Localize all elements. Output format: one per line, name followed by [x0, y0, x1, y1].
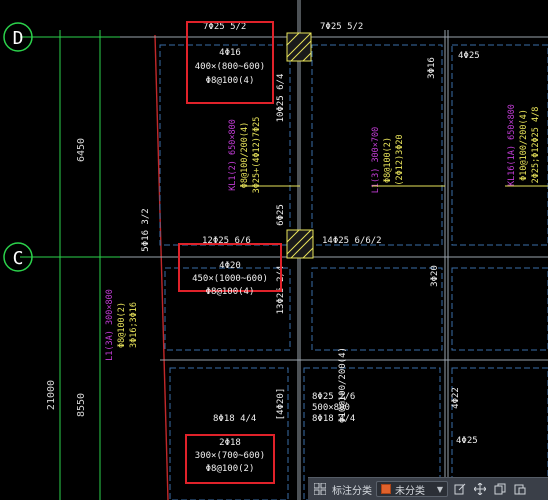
box-3-line1: 2Φ18 [219, 438, 241, 448]
beam-label-l1-left-stirrup: Φ8@100(2) [117, 302, 127, 348]
beam-label-kl1-stirrup: Φ8@100/200(4) [240, 122, 250, 189]
box-2-line2: 450×(1000~600) [192, 274, 268, 284]
beam-label-l1-stirrup: Φ8@100(2) [383, 137, 393, 183]
beam-label-l1-left-title: L1(3A) 300×800 [105, 289, 115, 361]
annot-left-col-vert: 5Φ16 3/2 [141, 208, 151, 251]
edit-icon[interactable] [452, 481, 468, 497]
annot-right-4-22: 4Φ22 [451, 387, 461, 409]
highlight-box-1[interactable]: 4Φ16 400×(800~600) Φ8@100(4) [186, 21, 274, 104]
grid-icon[interactable] [312, 481, 328, 497]
paste-icon[interactable] [512, 481, 528, 497]
category-color-swatch [381, 484, 391, 494]
annot-right-3-16: 3Φ16 [427, 57, 437, 79]
copy-icon[interactable] [492, 481, 508, 497]
annotation-toolbar: 标注分类 未分类 ▼ [308, 477, 548, 500]
box-2-line1: 4Φ20 [219, 261, 241, 271]
beam-solid-lines [120, 0, 548, 500]
category-dropdown-value: 未分类 [395, 485, 425, 497]
annot-mid-right-beam: 14Φ25 6/6/2 [322, 236, 382, 246]
column-hatch-mid [286, 229, 314, 259]
annot-top-left-beam: 7Φ25 5/2 [203, 22, 246, 32]
annot-top-right-beam: 7Φ25 5/2 [320, 22, 363, 32]
beam-label-kl16-title: KL16(1A) 650×800 [507, 104, 517, 186]
beam-label-l1-title: L1(3) 300×700 [371, 127, 381, 194]
dim-6450: 6450 [76, 138, 87, 162]
box-3-line2: 300×(700~600) [195, 451, 265, 461]
category-dropdown[interactable]: 未分类 ▼ [376, 481, 448, 497]
annot-right-3-20: 3Φ20 [430, 265, 440, 287]
box-1-line2: 400×(800~600) [195, 62, 265, 72]
annot-bottom-8-18-right: 8Φ18 4/4 [312, 414, 355, 424]
annot-right-4-20: 4Φ25 [456, 436, 478, 446]
dim-8550: 8550 [76, 393, 87, 417]
annot-bottom-8-25: 8Φ25 2/6 [312, 392, 355, 402]
box-2-line3: Φ8@100(4) [206, 287, 255, 297]
cad-drawing-canvas[interactable]: D C 6450 21000 8550 7Φ25 5/2 7Φ25 5/2 12… [0, 0, 548, 500]
beam-outlines [159, 44, 548, 500]
beam-label-l1-left-bars: 3Φ16;3Φ16 [129, 302, 139, 348]
beam-label-kl16-bars: 2Φ25;Φ12Φ25 4/8 [531, 107, 541, 184]
beam-label-kl1-title: KL1(2) 650×800 [228, 119, 238, 191]
box-3-line3: Φ8@100(2) [206, 464, 255, 474]
beam-label-l1-left: L1(3A) 300×800 Φ8@100(2) 3Φ16;3Φ16 [105, 289, 139, 361]
box-1-line1: 4Φ16 [219, 48, 241, 58]
beam-label-kl16: KL16(1A) 650×800 Φ10@100/200(4) 2Φ25;Φ12… [505, 104, 548, 187]
annot-col-6: 6Φ25 [276, 204, 286, 226]
axis-label-C: C [13, 248, 24, 269]
highlight-box-2[interactable]: 4Φ20 450×(1000~600) Φ8@100(4) [178, 243, 282, 297]
beam-label-l1: L1(3) 300×700 Φ8@100(2) (2Φ12)3Φ20 [371, 127, 445, 194]
column-hatch-top [286, 32, 312, 62]
axis-label-D: D [13, 28, 24, 49]
annot-bottom-4-20: [4Φ20] [276, 388, 286, 421]
beam-label-kl1-bars: 3Φ25+(4Φ12)7Φ25 [252, 117, 262, 194]
annot-bottom-phi10: Φ10@100/200(4) [338, 347, 348, 423]
beam-label-l1-bars: (2Φ12)3Φ20 [395, 134, 405, 185]
box-1-line3: Φ8@100(4) [206, 76, 255, 86]
move-icon[interactable] [472, 481, 488, 497]
annot-col-10: 10Φ25 6/4 [276, 74, 286, 123]
classify-label: 标注分类 [332, 485, 372, 497]
beam-label-kl16-stirrup: Φ10@100/200(4) [519, 109, 529, 181]
beam-label-kl1: KL1(2) 650×800 Φ8@100/200(4) 3Φ25+(4Φ12)… [228, 117, 300, 194]
annot-right-4-25: 4Φ25 [458, 51, 480, 61]
chevron-down-icon: ▼ [436, 484, 443, 494]
dim-21000: 21000 [46, 380, 57, 410]
highlight-box-3[interactable]: 2Φ18 300×(700~600) Φ8@100(2) [185, 434, 275, 484]
annot-bottom-8-18-left: 8Φ18 4/4 [213, 414, 256, 424]
